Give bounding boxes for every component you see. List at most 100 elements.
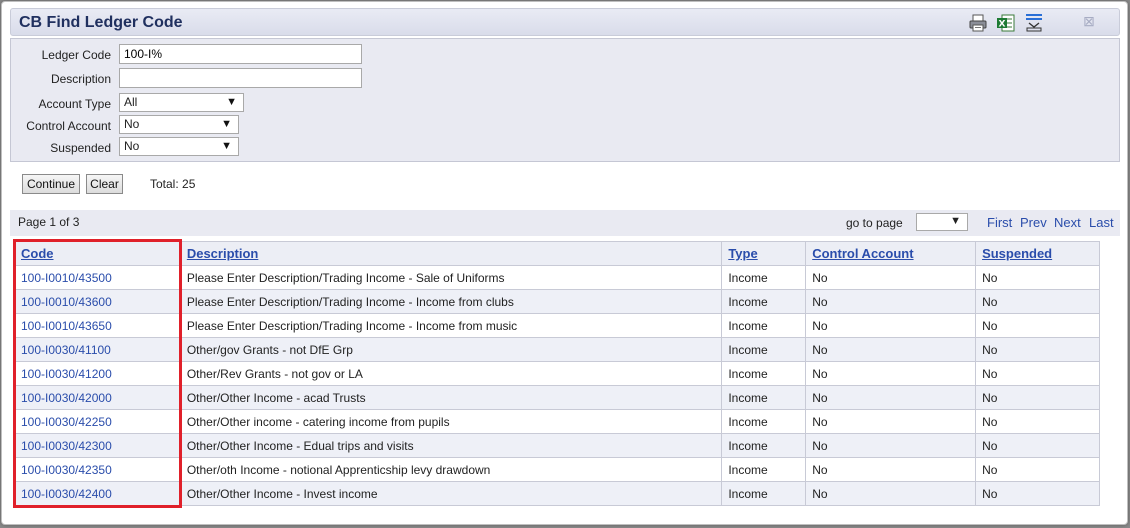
- description-cell: Other/oth Income - notional Apprenticshi…: [179, 457, 723, 482]
- control-account-cell: No: [805, 313, 977, 338]
- suspended-label: Suspended: [50, 141, 111, 155]
- suspended-cell: No: [975, 385, 1100, 410]
- code-link[interactable]: 100-I0030/41100: [14, 337, 181, 362]
- dropdown-arrow-icon: ▼: [221, 118, 232, 130]
- description-cell: Other/Other Income - Edual trips and vis…: [179, 433, 723, 458]
- clear-button[interactable]: Clear: [86, 174, 123, 194]
- table-row[interactable]: 100-I0010/43650 Please Enter Description…: [14, 313, 1100, 338]
- column-header-type[interactable]: Type: [721, 241, 807, 266]
- type-cell: Income: [721, 265, 807, 290]
- ledger-code-label: Ledger Code: [41, 48, 111, 62]
- total-count: Total: 25: [150, 177, 196, 191]
- type-cell: Income: [721, 385, 807, 410]
- description-cell: Other/Other income - catering income fro…: [179, 409, 723, 434]
- account-type-label: Account Type: [38, 97, 112, 111]
- pager-prev-link[interactable]: Prev: [1020, 215, 1047, 230]
- suspended-cell: No: [975, 457, 1100, 482]
- table-row[interactable]: 100-I0030/42000 Other/Other Income - aca…: [14, 385, 1100, 410]
- type-cell: Income: [721, 433, 807, 458]
- column-header-description[interactable]: Description: [179, 241, 723, 266]
- control-account-cell: No: [805, 481, 977, 506]
- find-ledger-code-dialog: CB Find Ledger Code X ⊠ Ledger Code 100-…: [1, 1, 1128, 525]
- control-account-cell: No: [805, 265, 977, 290]
- control-account-label: Control Account: [26, 119, 111, 133]
- control-account-cell: No: [805, 385, 977, 410]
- control-account-cell: No: [805, 409, 977, 434]
- control-account-value: No: [124, 117, 140, 131]
- excel-icon[interactable]: X: [996, 13, 1016, 33]
- pager-next-link[interactable]: Next: [1054, 215, 1081, 230]
- control-account-cell: No: [805, 337, 977, 362]
- svg-text:X: X: [999, 20, 1006, 30]
- dropdown-arrow-icon: ▼: [221, 140, 232, 152]
- description-cell: Other/gov Grants - not DfE Grp: [179, 337, 723, 362]
- table-header-row: Code Description Type Control Account Su…: [14, 241, 1100, 266]
- suspended-select[interactable]: No ▼: [119, 137, 239, 156]
- close-icon[interactable]: ⊠: [1079, 12, 1099, 32]
- code-link[interactable]: 100-I0030/42300: [14, 433, 181, 458]
- filter-panel: Ledger Code Description Account Type All…: [10, 38, 1120, 162]
- description-cell: Please Enter Description/Trading Income …: [179, 289, 723, 314]
- control-account-select[interactable]: No ▼: [119, 115, 239, 134]
- pager-bar: Page 1 of 3 go to page ▼ First Prev Next…: [10, 210, 1120, 236]
- title-bar: CB Find Ledger Code X ⊠: [10, 8, 1120, 36]
- suspended-cell: No: [975, 265, 1100, 290]
- description-cell: Please Enter Description/Trading Income …: [179, 313, 723, 338]
- code-link[interactable]: 100-I0010/43500: [14, 265, 181, 290]
- description-label: Description: [50, 72, 111, 86]
- account-type-value: All: [124, 95, 138, 109]
- suspended-cell: No: [975, 433, 1100, 458]
- code-link[interactable]: 100-I0010/43650: [14, 313, 181, 338]
- control-account-cell: No: [805, 457, 977, 482]
- column-header-code[interactable]: Code: [14, 241, 181, 266]
- type-cell: Income: [721, 337, 807, 362]
- account-type-select[interactable]: All ▼: [119, 93, 244, 112]
- code-link[interactable]: 100-I0030/42250: [14, 409, 181, 434]
- code-link[interactable]: 100-I0010/43600: [14, 289, 181, 314]
- table-row[interactable]: 100-I0030/42250 Other/Other income - cat…: [14, 409, 1100, 434]
- table-row[interactable]: 100-I0030/41100 Other/gov Grants - not D…: [14, 337, 1100, 362]
- code-link[interactable]: 100-I0030/42400: [14, 481, 181, 506]
- control-account-cell: No: [805, 433, 977, 458]
- code-link[interactable]: 100-I0030/42350: [14, 457, 181, 482]
- table-row[interactable]: 100-I0030/42350 Other/oth Income - notio…: [14, 457, 1100, 482]
- pager-first-link[interactable]: First: [987, 215, 1012, 230]
- code-link[interactable]: 100-I0030/41200: [14, 361, 181, 386]
- suspended-cell: No: [975, 361, 1100, 386]
- description-input[interactable]: [119, 68, 362, 88]
- control-account-cell: No: [805, 289, 977, 314]
- suspended-cell: No: [975, 289, 1100, 314]
- code-link[interactable]: 100-I0030/42000: [14, 385, 181, 410]
- suspended-cell: No: [975, 337, 1100, 362]
- suspended-cell: No: [975, 313, 1100, 338]
- dialog-title: CB Find Ledger Code: [19, 14, 183, 31]
- ledger-code-input[interactable]: [119, 44, 362, 64]
- pager-last-link[interactable]: Last: [1089, 215, 1114, 230]
- suspended-value: No: [124, 139, 140, 153]
- type-cell: Income: [721, 289, 807, 314]
- type-cell: Income: [721, 457, 807, 482]
- table-row[interactable]: 100-I0010/43500 Please Enter Description…: [14, 265, 1100, 290]
- column-header-suspended[interactable]: Suspended: [975, 241, 1100, 266]
- table-row[interactable]: 100-I0030/42400 Other/Other Income - Inv…: [14, 481, 1100, 506]
- table-row[interactable]: 100-I0030/42300 Other/Other Income - Edu…: [14, 433, 1100, 458]
- continue-button[interactable]: Continue: [22, 174, 80, 194]
- dropdown-arrow-icon: ▼: [226, 96, 237, 108]
- control-account-cell: No: [805, 361, 977, 386]
- column-header-control-account[interactable]: Control Account: [805, 241, 977, 266]
- type-cell: Income: [721, 481, 807, 506]
- dropdown-arrow-icon: ▼: [950, 215, 961, 227]
- type-cell: Income: [721, 409, 807, 434]
- type-cell: Income: [721, 361, 807, 386]
- goto-page-select[interactable]: ▼: [916, 213, 968, 231]
- description-cell: Other/Rev Grants - not gov or LA: [179, 361, 723, 386]
- table-row[interactable]: 100-I0010/43600 Please Enter Description…: [14, 289, 1100, 314]
- type-cell: Income: [721, 313, 807, 338]
- export-icon[interactable]: [1024, 13, 1044, 33]
- table-row[interactable]: 100-I0030/41200 Other/Rev Grants - not g…: [14, 361, 1100, 386]
- goto-page-label: go to page: [846, 216, 903, 230]
- printer-icon[interactable]: [968, 13, 988, 33]
- ledger-code-table: Code Description Type Control Account Su…: [14, 241, 1100, 506]
- suspended-cell: No: [975, 481, 1100, 506]
- suspended-cell: No: [975, 409, 1100, 434]
